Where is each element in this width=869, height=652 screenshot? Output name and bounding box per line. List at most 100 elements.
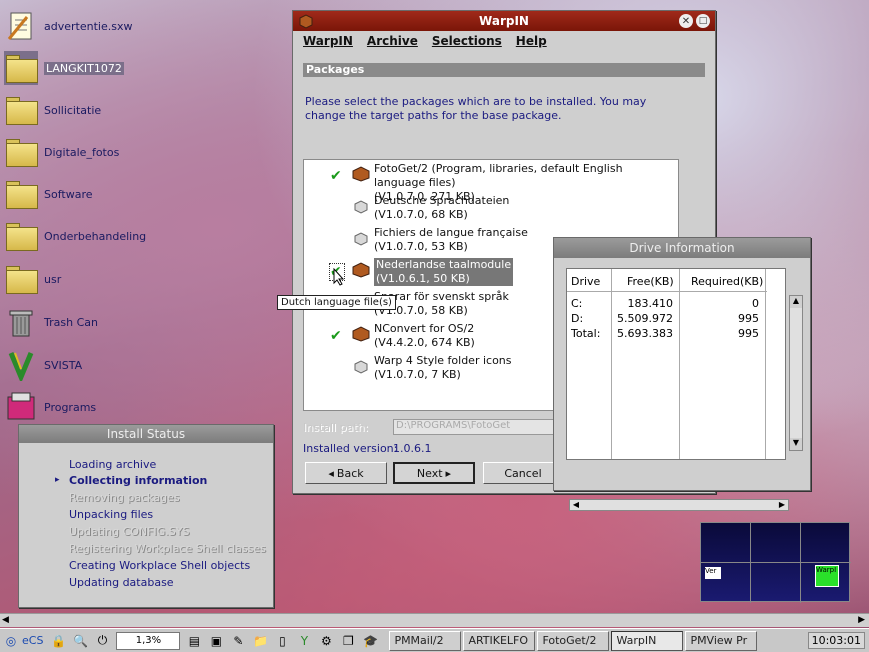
cpu-meter: 1,3%	[116, 631, 181, 650]
task-button[interactable]: ARTIKELFO	[463, 630, 536, 651]
install-path-field[interactable]: D:\PROGRAMS\FotoGet	[393, 419, 563, 435]
installed-version-value: 1.0.6.1	[393, 442, 432, 455]
task-button[interactable]: PMView Pr	[685, 630, 758, 651]
package-name: NConvert for OS/2	[374, 322, 475, 335]
scroll-left-icon[interactable]: ◀	[570, 500, 582, 510]
next-label: Next	[416, 466, 443, 480]
folder-taskbar-icon[interactable]: 📁	[251, 632, 269, 650]
svista-icon	[4, 348, 38, 382]
svista-taskbar-icon[interactable]: Y	[295, 632, 313, 650]
package-version: (V1.0.7.0, 53 KB)	[374, 240, 468, 253]
back-button[interactable]: ◂ Back	[305, 462, 387, 484]
desktop-icon-7[interactable]: Trash Can	[4, 302, 154, 342]
warpin-app-icon[interactable]	[298, 13, 314, 32]
virtual-desktop-pager[interactable]: Ver WarpI	[700, 522, 851, 603]
header-divider	[567, 291, 767, 292]
desktop-icon-8[interactable]: SVISTA	[4, 345, 154, 385]
drive-table: Drive Free(KB) Required(KB) C: 183.410 0…	[566, 268, 803, 511]
status-item: Updating database	[69, 576, 174, 589]
install-status-window: Install Status Loading archive ▸ Collect…	[18, 424, 274, 608]
package-name: Nederlandse taalmodule	[376, 258, 512, 271]
package-item[interactable]: Deutsche Sprachdateien (V1.0.7.0, 68 KB)	[308, 194, 668, 226]
desktop-icon-0[interactable]: advertentie.sxw	[4, 6, 154, 46]
desktop-icon-6[interactable]: usr	[4, 259, 154, 299]
document-taskbar-icon[interactable]: ▯	[273, 632, 291, 650]
task-button[interactable]: FotoGet/2	[537, 630, 610, 651]
task-label: ARTIKELFO	[468, 634, 529, 647]
scroll-right-icon[interactable]: ▶	[776, 500, 788, 510]
check-icon[interactable]: ✔	[330, 328, 344, 344]
pager-window[interactable]: WarpI	[815, 565, 839, 587]
pager-grid-line	[750, 523, 751, 603]
drive-info-titlebar[interactable]: Drive Information	[554, 238, 810, 258]
folder-icon	[4, 262, 38, 296]
package-version: (V4.4.2.0, 674 KB)	[374, 336, 475, 349]
desktop-icon-4[interactable]: Software	[4, 174, 154, 214]
windows-icon[interactable]: ❐	[339, 632, 357, 650]
package-label: Warp 4 Style folder icons (V1.0.7.0, 7 KB…	[374, 354, 512, 382]
menu-selections[interactable]: Selections	[432, 34, 502, 48]
scroll-left-icon[interactable]: ◀	[2, 615, 9, 625]
install-status-titlebar[interactable]: Install Status	[19, 425, 273, 443]
warpin-titlebar[interactable]: WarpIN ✕ □	[293, 11, 715, 31]
vertical-scrollbar[interactable]: ▲ ▼	[789, 295, 803, 451]
package-item[interactable]: ✔ FotoGet/2 (Program, libraries, default…	[308, 162, 668, 203]
ecs-logo-icon[interactable]: ◎	[2, 632, 20, 650]
close-icon[interactable]: ✕	[679, 14, 693, 28]
task-button[interactable]: PMMail/2	[389, 630, 462, 651]
cancel-button[interactable]: Cancel	[483, 462, 563, 484]
drive-cell: D:	[571, 312, 584, 325]
next-button[interactable]: Next ▸	[393, 462, 475, 484]
trash-icon	[4, 305, 38, 339]
desktop-icon-label: SVISTA	[44, 358, 83, 372]
desktop-icon-label: Software	[44, 187, 93, 201]
window-title: Drive Information	[629, 241, 735, 255]
scroll-right-icon[interactable]: ▶	[858, 615, 865, 625]
graduation-icon[interactable]: 🎓	[361, 632, 379, 650]
check-icon[interactable]: ✔	[330, 168, 344, 184]
task-label: FotoGet/2	[542, 634, 597, 647]
desktop-icon-3[interactable]: Digitale_fotos	[4, 132, 154, 172]
package-name: Deutsche Sprachdateien	[374, 194, 510, 207]
search-icon[interactable]: 🔍	[71, 632, 89, 650]
scroll-up-icon[interactable]: ▲	[790, 296, 802, 308]
scroll-down-icon[interactable]: ▼	[790, 438, 802, 450]
pager-window[interactable]: Ver	[705, 567, 721, 579]
desktop-icon-label: Trash Can	[44, 315, 98, 329]
install-path-label: Install path:	[303, 421, 369, 434]
arrow-right-icon: ▸	[445, 466, 452, 480]
drives-icon[interactable]: ▣	[207, 632, 225, 650]
package-name: Fichiers de langue française	[374, 226, 528, 239]
package-icon	[352, 198, 370, 214]
task-button[interactable]: WarpIN	[611, 630, 684, 651]
free-cell: 5.509.972	[617, 312, 673, 325]
desktop-scrollbar[interactable]: ◀ ▶	[0, 613, 869, 627]
maximize-icon[interactable]: □	[696, 14, 710, 28]
free-cell: 183.410	[627, 297, 674, 310]
table-row: Total: 5.693.383 995	[567, 327, 767, 341]
menu-warpin[interactable]: WarpIN	[303, 34, 353, 48]
menu-help[interactable]: Help	[516, 34, 547, 48]
free-cell: 5.693.383	[617, 327, 673, 340]
power-icon[interactable]: ⏻	[93, 632, 111, 650]
lock-icon[interactable]: 🔒	[49, 632, 67, 650]
pencil-icon[interactable]: ✎	[229, 632, 247, 650]
desktop-icon-label: usr	[44, 272, 62, 286]
horizontal-scrollbar[interactable]: ◀ ▶	[569, 499, 789, 511]
desktop-icon-5[interactable]: Onderbehandeling	[4, 216, 154, 256]
status-item: Collecting information	[69, 474, 208, 487]
package-label: NConvert for OS/2 (V4.4.2.0, 674 KB)	[374, 322, 475, 350]
window-list-icon[interactable]: ▤	[185, 632, 203, 650]
desktop-icon-9[interactable]: Programs	[4, 387, 154, 427]
menu-archive[interactable]: Archive	[367, 34, 418, 48]
settings-icon[interactable]: ⚙	[317, 632, 335, 650]
desktop-icon-label: advertentie.sxw	[44, 19, 133, 33]
desktop-icon-2[interactable]: Sollicitatie	[4, 90, 154, 130]
taskbar: ◎ eCS 🔒 🔍 ⏻ 1,3% ▤ ▣ ✎ 📁 ▯ Y ⚙ ❐ 🎓 PMMai…	[0, 628, 869, 652]
col-header-required: Required(KB)	[691, 275, 764, 288]
ecs-label[interactable]: eCS	[22, 634, 43, 647]
desktop-icon-1[interactable]: LANGKIT1072	[4, 48, 154, 88]
folder-icon	[4, 93, 38, 127]
task-label: WarpIN	[616, 634, 657, 647]
arrow-left-icon: ◂	[328, 466, 334, 480]
